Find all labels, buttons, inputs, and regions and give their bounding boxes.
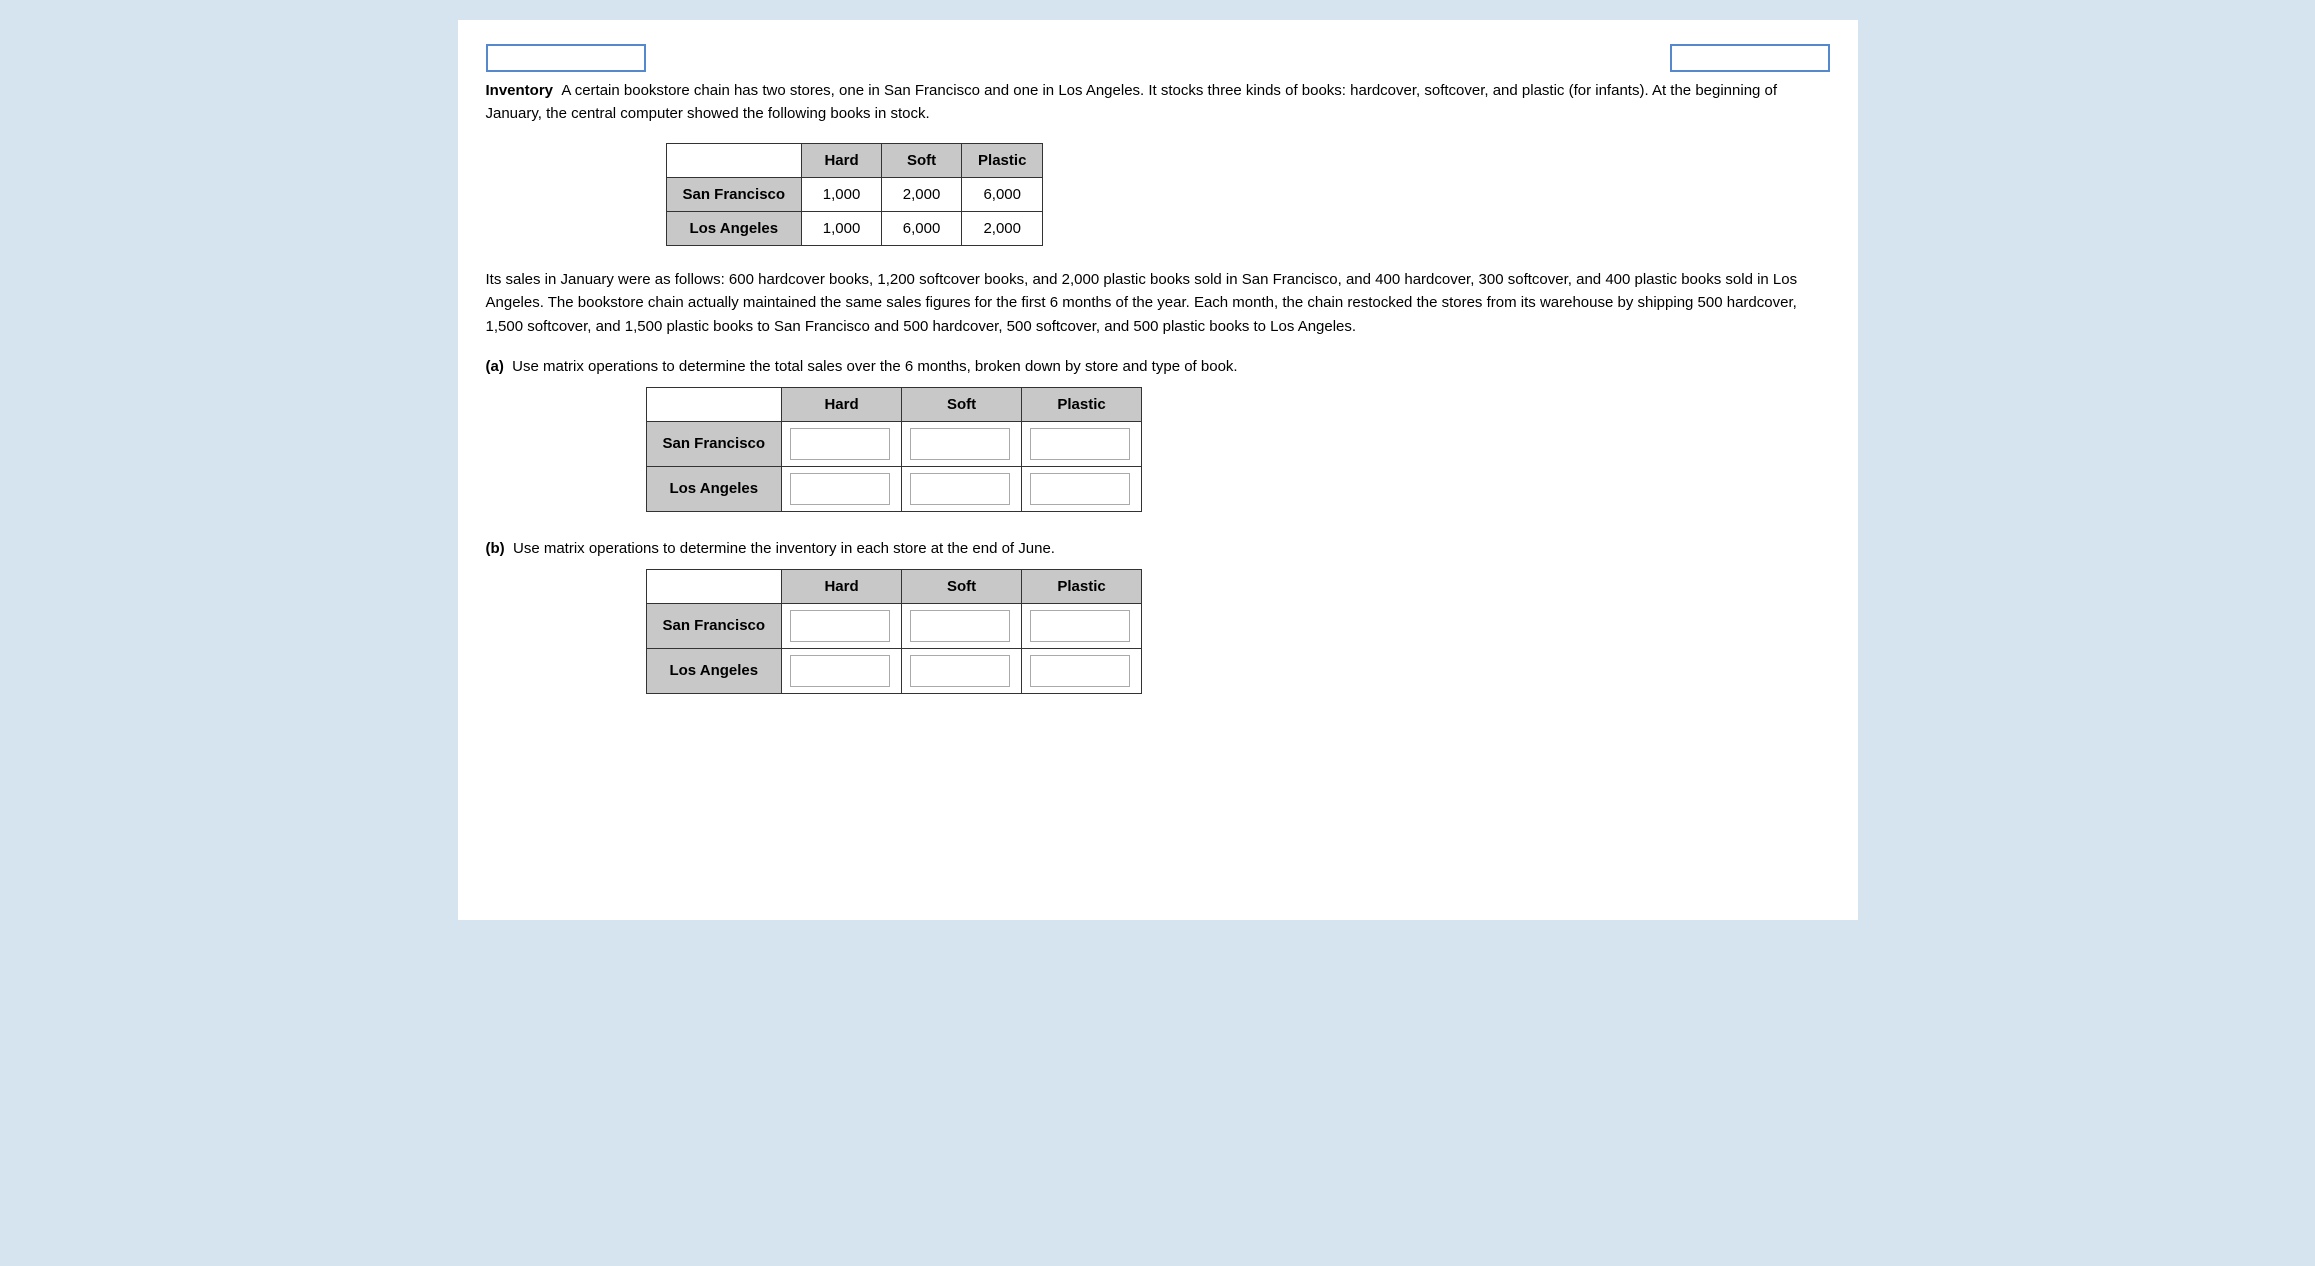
top-left-input[interactable]: [486, 44, 646, 72]
empty-header-a: [646, 387, 782, 421]
row-sf-label: San Francisco: [666, 178, 802, 212]
table-row: Los Angeles 1,000 6,000 2,000: [666, 212, 1043, 246]
la-plastic: 2,000: [962, 212, 1043, 246]
part-a-row-sf: San Francisco: [646, 421, 782, 466]
sf-soft: 2,000: [882, 178, 962, 212]
part-b-sf-hard-input[interactable]: [790, 610, 890, 642]
la-hard: 1,000: [802, 212, 882, 246]
empty-header: [666, 144, 802, 178]
empty-header-b: [646, 569, 782, 603]
initial-header-soft: Soft: [882, 144, 962, 178]
part-a-label: (a) Use matrix operations to determine t…: [486, 358, 1238, 375]
part-b-la-plastic-cell: [1022, 648, 1142, 693]
top-inputs-row: [486, 44, 1830, 72]
part-a-sf-soft-cell: [902, 421, 1022, 466]
part-a-la-plastic-input[interactable]: [1030, 473, 1130, 505]
initial-header-hard: Hard: [802, 144, 882, 178]
part-a-sf-soft-input[interactable]: [910, 428, 1010, 460]
intro-paragraph: Inventory A certain bookstore chain has …: [486, 80, 1830, 125]
initial-table-wrapper: Hard Soft Plastic San Francisco 1,000 2,…: [666, 143, 1830, 246]
sf-hard: 1,000: [802, 178, 882, 212]
part-b-sf-hard-cell: [782, 603, 902, 648]
part-b-sf-soft-input[interactable]: [910, 610, 1010, 642]
part-a-la-hard-input[interactable]: [790, 473, 890, 505]
part-a-header-plastic: Plastic: [1022, 387, 1142, 421]
part-b-row-sf: San Francisco: [646, 603, 782, 648]
part-b-sf-plastic-input[interactable]: [1030, 610, 1130, 642]
part-a-row-la: Los Angeles: [646, 466, 782, 511]
part-a-question: (a) Use matrix operations to determine t…: [486, 358, 1830, 375]
part-a-la-plastic-cell: [1022, 466, 1142, 511]
sf-plastic: 6,000: [962, 178, 1043, 212]
part-b-la-plastic-input[interactable]: [1030, 655, 1130, 687]
part-b-table-wrapper: Hard Soft Plastic San Francisco: [646, 569, 1830, 694]
table-row: San Francisco: [646, 603, 1142, 648]
part-b-header-hard: Hard: [782, 569, 902, 603]
part-b-la-hard-cell: [782, 648, 902, 693]
page-container: Inventory A certain bookstore chain has …: [458, 20, 1858, 920]
part-b-label: (b) Use matrix operations to determine t…: [486, 540, 1055, 557]
part-a-la-hard-cell: [782, 466, 902, 511]
part-b-question: (b) Use matrix operations to determine t…: [486, 540, 1830, 557]
part-b-header-plastic: Plastic: [1022, 569, 1142, 603]
part-a-sf-hard-input[interactable]: [790, 428, 890, 460]
initial-inventory-table: Hard Soft Plastic San Francisco 1,000 2,…: [666, 143, 1044, 246]
part-b-table: Hard Soft Plastic San Francisco: [646, 569, 1143, 694]
part-a-table-wrapper: Hard Soft Plastic San Francisco: [646, 387, 1830, 512]
initial-header-plastic: Plastic: [962, 144, 1043, 178]
row-la-label: Los Angeles: [666, 212, 802, 246]
part-a-table: Hard Soft Plastic San Francisco: [646, 387, 1143, 512]
part-b-la-soft-cell: [902, 648, 1022, 693]
part-b-la-soft-input[interactable]: [910, 655, 1010, 687]
part-a-sf-plastic-cell: [1022, 421, 1142, 466]
table-row: San Francisco: [646, 421, 1142, 466]
table-row: Los Angeles: [646, 466, 1142, 511]
part-a-sf-plastic-input[interactable]: [1030, 428, 1130, 460]
top-right-input[interactable]: [1670, 44, 1830, 72]
body-paragraph: Its sales in January were as follows: 60…: [486, 268, 1830, 338]
part-a-la-soft-input[interactable]: [910, 473, 1010, 505]
part-a-header-soft: Soft: [902, 387, 1022, 421]
part-b-header-soft: Soft: [902, 569, 1022, 603]
part-a-la-soft-cell: [902, 466, 1022, 511]
intro-text: A certain bookstore chain has two stores…: [486, 82, 1778, 122]
part-a-sf-hard-cell: [782, 421, 902, 466]
part-b-row-la: Los Angeles: [646, 648, 782, 693]
part-b-sf-plastic-cell: [1022, 603, 1142, 648]
problem-title: Inventory: [486, 82, 554, 99]
part-b-la-hard-input[interactable]: [790, 655, 890, 687]
table-row: San Francisco 1,000 2,000 6,000: [666, 178, 1043, 212]
table-row: Los Angeles: [646, 648, 1142, 693]
la-soft: 6,000: [882, 212, 962, 246]
part-a-header-hard: Hard: [782, 387, 902, 421]
part-b-sf-soft-cell: [902, 603, 1022, 648]
